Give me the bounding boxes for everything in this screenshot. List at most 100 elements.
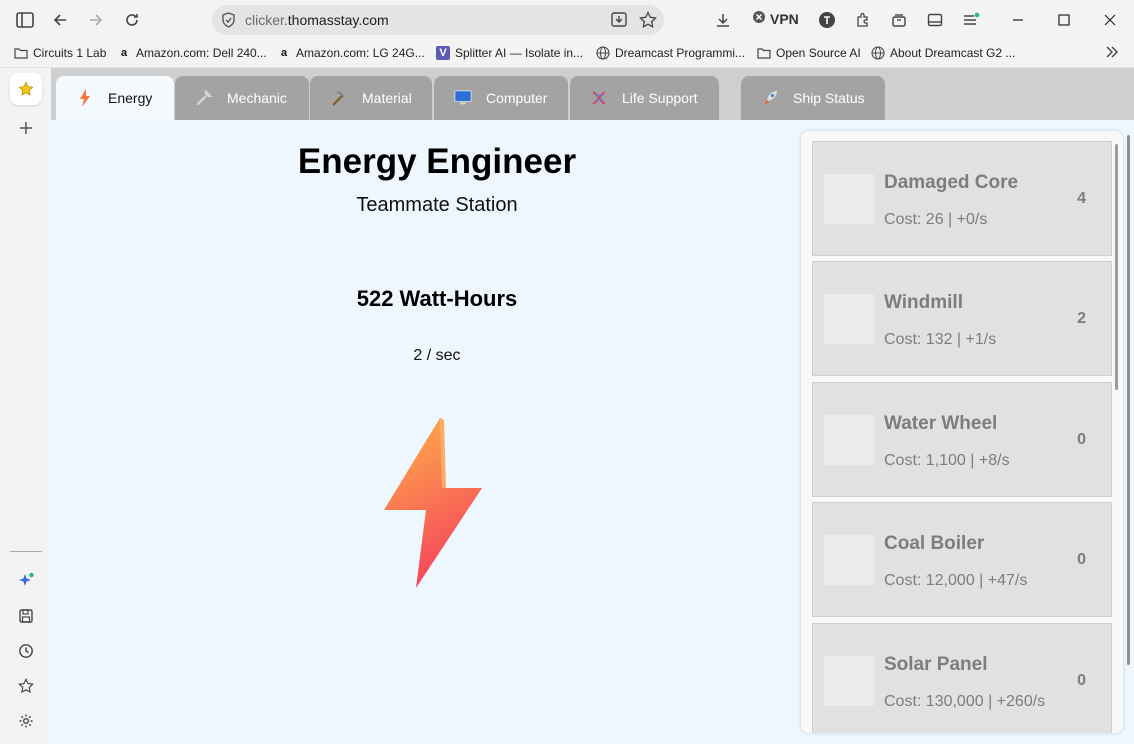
bookmark-label: Splitter AI — Isolate in... <box>455 46 584 60</box>
bookmark-splitter-ai[interactable]: V Splitter AI — Isolate in... <box>436 46 583 60</box>
tab-ship-status[interactable]: Ship Status <box>741 76 885 120</box>
add-icon[interactable] <box>10 112 42 144</box>
upgrade-water-wheel[interactable]: Water Wheel Cost: 1,100 | +8/s 0 <box>812 382 1112 497</box>
upgrade-name: Damaged Core <box>884 172 1019 193</box>
sidebar-toggle-icon[interactable] <box>13 8 37 32</box>
station-subtitle: Teammate Station <box>356 194 518 216</box>
upgrade-name: Windmill <box>884 292 963 313</box>
bookmark-dreamcast-programming[interactable]: Dreamcast Programmi... <box>596 46 745 60</box>
install-app-icon[interactable] <box>610 11 628 34</box>
amazon-icon: a <box>280 47 288 59</box>
ai-sparkle-icon[interactable] <box>10 565 42 597</box>
upgrade-coal-boiler[interactable]: Coal Boiler Cost: 12,000 | +47/s 0 <box>812 502 1112 617</box>
tab-label: Energy <box>108 90 153 106</box>
splitter-icon: V <box>436 46 450 60</box>
bookmark-amazon-dell[interactable]: a Amazon.com: Dell 240... <box>117 46 267 60</box>
split-screen-icon[interactable] <box>923 8 947 32</box>
tab-energy[interactable]: Energy <box>56 76 174 120</box>
more-bookmarks-icon[interactable] <box>1104 45 1120 59</box>
computer-icon <box>454 89 472 107</box>
upgrade-cost: Cost: 1,100 | +8/s <box>884 452 1010 469</box>
bookmark-label: About Dreamcast G2 ... <box>890 46 1016 60</box>
downloads-icon[interactable] <box>711 8 735 32</box>
url-text: clicker.thomasstay.com <box>245 12 389 28</box>
upgrade-name: Solar Panel <box>884 654 988 675</box>
globe-icon <box>596 46 610 60</box>
bookmark-about-dreamcast[interactable]: About Dreamcast G2 ... <box>871 46 1015 60</box>
page-title: Energy Engineer <box>297 142 577 181</box>
settings-gear-icon[interactable] <box>10 705 42 737</box>
game-page: Energy Mechanic Material Computer Life S… <box>51 68 1134 744</box>
rocket-icon <box>761 89 779 107</box>
upgrades-scrollbar[interactable] <box>1115 144 1118 390</box>
browser-sidebar <box>0 68 51 744</box>
upgrade-windmill[interactable]: Windmill Cost: 132 | +1/s 2 <box>812 261 1112 376</box>
back-icon[interactable] <box>48 8 72 32</box>
tab-label: Life Support <box>622 90 698 106</box>
bookmark-label: Amazon.com: Dell 240... <box>136 46 267 60</box>
upgrade-image-placeholder <box>824 535 874 585</box>
folder-icon <box>14 46 28 60</box>
extensions-icon[interactable] <box>851 8 875 32</box>
station-tabs: Energy Mechanic Material Computer Life S… <box>51 68 1134 120</box>
bookmark-label: Circuits 1 Lab <box>33 46 107 60</box>
favorite-star-icon[interactable] <box>639 10 657 34</box>
upgrade-cost: Cost: 26 | +0/s <box>884 211 988 228</box>
upgrade-count: 0 <box>1077 551 1086 568</box>
tab-label: Material <box>362 90 412 106</box>
bookmark-amazon-lg[interactable]: a Amazon.com: LG 24G... <box>277 46 425 60</box>
vpn-label: VPN <box>770 10 799 27</box>
url-host-main: thomasstay.com <box>287 12 389 28</box>
save-disk-icon[interactable] <box>10 600 42 632</box>
address-bar[interactable]: clicker.thomasstay.com <box>212 5 664 35</box>
collections-icon[interactable] <box>887 8 911 32</box>
folder-icon <box>757 46 771 60</box>
upgrade-damaged-core[interactable]: Damaged Core Cost: 26 | +0/s 4 <box>812 141 1112 256</box>
upgrade-name: Water Wheel <box>884 413 998 434</box>
site-info-icon[interactable] <box>221 12 236 33</box>
browser-toolbar: clicker.thomasstay.com VPN <box>0 0 1134 40</box>
reload-icon[interactable] <box>120 8 144 32</box>
menu-icon[interactable] <box>959 8 983 32</box>
upgrade-cost: Cost: 130,000 | +260/s <box>884 693 1046 710</box>
upgrade-count: 0 <box>1077 672 1086 689</box>
upgrade-count: 4 <box>1077 190 1086 207</box>
lightning-click-icon[interactable] <box>382 416 486 590</box>
upgrade-cost: Cost: 132 | +1/s <box>884 331 997 348</box>
profile-t-icon[interactable] <box>815 8 839 32</box>
amazon-icon: a <box>120 47 128 59</box>
tab-material[interactable]: Material <box>310 76 432 120</box>
bookmarks-star-icon[interactable] <box>10 670 42 702</box>
tab-mechanic[interactable]: Mechanic <box>175 76 309 120</box>
tab-label: Computer <box>486 90 548 106</box>
dna-icon <box>590 89 608 107</box>
upgrade-image-placeholder <box>824 294 874 344</box>
tab-label: Ship Status <box>793 90 865 106</box>
upgrade-count: 2 <box>1077 310 1086 327</box>
forward-icon[interactable] <box>84 8 108 32</box>
resource-total: 522 Watt-Hours <box>356 286 518 311</box>
close-icon[interactable] <box>1098 8 1122 32</box>
page-scrollbar[interactable] <box>1127 135 1130 665</box>
history-clock-icon[interactable] <box>10 635 42 667</box>
upgrade-cost: Cost: 12,000 | +47/s <box>884 572 1028 589</box>
vpn-button[interactable]: VPN <box>752 10 799 27</box>
upgrades-panel: Damaged Core Cost: 26 | +0/s 4 Windmill … <box>801 131 1123 733</box>
upgrade-solar-panel[interactable]: Solar Panel Cost: 130,000 | +260/s 0 <box>812 623 1112 733</box>
globe-icon <box>871 46 885 60</box>
bookmarks-bar: Circuits 1 Lab a Amazon.com: Dell 240...… <box>0 40 1134 68</box>
upgrade-count: 0 <box>1077 431 1086 448</box>
vpn-icon <box>752 10 766 27</box>
maximize-icon[interactable] <box>1052 8 1076 32</box>
upgrade-image-placeholder <box>824 415 874 465</box>
upgrade-name: Coal Boiler <box>884 533 985 554</box>
tab-computer[interactable]: Computer <box>434 76 568 120</box>
bookmark-open-source-ai[interactable]: Open Source AI <box>757 46 861 60</box>
bookmark-circuits-lab[interactable]: Circuits 1 Lab <box>14 46 106 60</box>
tab-life-support[interactable]: Life Support <box>570 76 719 120</box>
wrench-icon <box>195 89 213 107</box>
favorites-star-icon[interactable] <box>10 73 42 105</box>
minimize-icon[interactable] <box>1006 8 1030 32</box>
lightning-icon <box>76 89 94 107</box>
sidebar-divider <box>10 551 42 552</box>
